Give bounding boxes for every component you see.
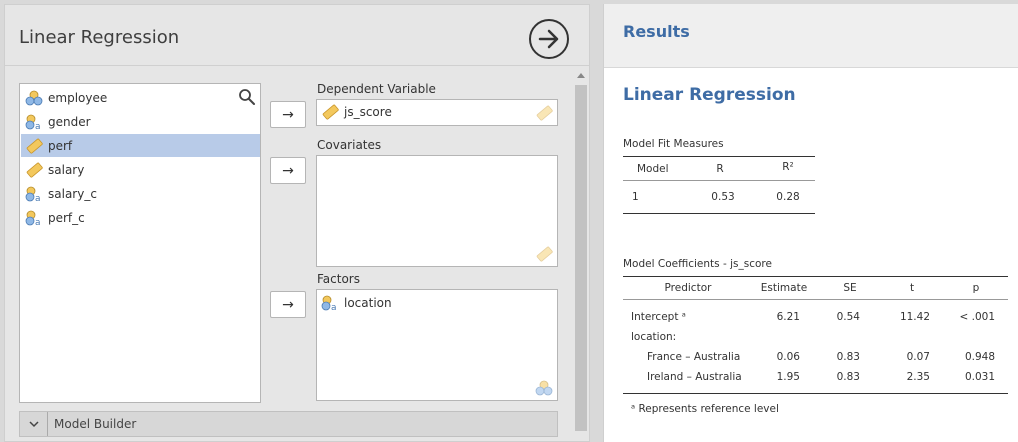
table-rule [623, 213, 815, 214]
table-cell: 0.53 [711, 191, 735, 203]
table-header: Predictor [664, 282, 712, 294]
list-item[interactable]: a gender [21, 110, 260, 133]
factors-box[interactable]: a location [316, 289, 558, 401]
variable-name: salary [48, 162, 85, 177]
table-header: Model [637, 163, 669, 175]
svg-text:a: a [331, 303, 337, 311]
continuous-ruler-icon [536, 246, 553, 262]
arrow-right-icon: → [282, 106, 294, 123]
table-cell: Ireland – Australia [647, 371, 742, 383]
table-caption: Model Fit Measures [623, 138, 724, 150]
results-panel: Results Linear Regression Model Fit Meas… [603, 4, 1018, 442]
nominal-text-icon: a [321, 295, 337, 311]
nominal-icon [25, 90, 43, 105]
factor-variable-name: location [344, 296, 392, 310]
table-cell: Intercept ᵃ [631, 311, 686, 323]
table-cell: 0.83 [836, 351, 860, 363]
table-cell: 11.42 [899, 311, 930, 323]
table-cell: location: [631, 331, 677, 343]
results-title: Results [623, 22, 690, 41]
table-footnote: ᵃ Represents reference level [631, 403, 779, 415]
variable-name: gender [48, 114, 91, 129]
variable-name: salary_c [48, 186, 97, 201]
table-rule [623, 180, 815, 181]
chevron-down-icon[interactable] [20, 412, 48, 436]
variable-name: perf_c [48, 210, 85, 225]
scrollbar[interactable] [574, 69, 588, 441]
table-cell: 0.07 [906, 351, 930, 363]
dependent-variable-name: js_score [344, 105, 392, 119]
table-header: p [972, 282, 980, 294]
table-cell: France – Australia [647, 351, 741, 363]
move-to-dependent-button[interactable]: → [270, 101, 306, 128]
table-cell: 0.54 [836, 311, 860, 323]
arrow-right-icon: → [282, 162, 294, 179]
list-item[interactable]: employee [21, 86, 260, 109]
go-arrow-button[interactable] [529, 19, 569, 59]
list-item[interactable]: a perf_c [21, 206, 260, 229]
scroll-thumb[interactable] [575, 85, 587, 431]
table-header: t [909, 282, 915, 294]
move-to-covariates-button[interactable]: → [270, 157, 306, 184]
table-cell: 1.95 [776, 371, 800, 383]
svg-text:a: a [35, 122, 41, 130]
move-to-factors-button[interactable]: → [270, 291, 306, 318]
table-header: Estimate [760, 282, 808, 294]
scroll-up-icon[interactable] [577, 73, 585, 78]
factors-label: Factors [317, 272, 360, 286]
continuous-ruler-icon [322, 104, 339, 120]
svg-text:a: a [35, 218, 41, 226]
model-builder-label: Model Builder [54, 417, 137, 431]
table-rule [623, 156, 815, 157]
continuous-ruler-icon [26, 138, 43, 154]
continuous-ruler-icon [536, 105, 553, 121]
analysis-options-panel: Linear Regression employee a gender perf… [4, 4, 590, 442]
arrow-right-icon: → [282, 296, 294, 313]
table-header: R [716, 163, 724, 175]
variable-name: employee [48, 90, 108, 105]
list-item[interactable]: a salary_c [21, 182, 260, 205]
nominal-text-icon: a [25, 210, 41, 226]
covariates-box[interactable] [316, 155, 558, 267]
variable-name: perf [48, 138, 73, 153]
list-item[interactable]: salary [21, 158, 260, 181]
dependent-variable-label: Dependent Variable [317, 82, 436, 96]
continuous-ruler-icon [26, 162, 43, 178]
table-rule [623, 276, 1008, 277]
svg-text:a: a [35, 194, 41, 202]
nominal-text-icon: a [25, 114, 41, 130]
list-item-selected[interactable]: perf [21, 134, 260, 157]
table-cell: 0.83 [836, 371, 860, 383]
dependent-variable-box[interactable]: js_score [316, 99, 558, 126]
table-cell: 2.35 [906, 371, 930, 383]
variable-list[interactable]: employee a gender perf salary a salary_c… [19, 83, 261, 403]
table-cell: 0.28 [776, 191, 800, 203]
table-cell: 0.948 [964, 351, 995, 363]
table-rule [623, 299, 1008, 300]
model-builder-section[interactable]: Model Builder [19, 411, 558, 437]
table-cell: < .001 [959, 311, 995, 323]
nominal-icon [535, 380, 553, 396]
results-header: Results [604, 4, 1018, 68]
table-cell: 0.031 [964, 371, 995, 383]
analysis-title: Linear Regression [19, 27, 180, 48]
table-cell: 0.06 [776, 351, 800, 363]
divider [5, 65, 589, 66]
table-header: R² [782, 161, 794, 173]
nominal-text-icon: a [25, 186, 41, 202]
target-item[interactable]: a location [321, 293, 392, 313]
table-cell: 6.21 [776, 311, 800, 323]
table-caption: Model Coefficients - js_score [623, 258, 772, 270]
covariates-label: Covariates [317, 138, 382, 152]
target-item[interactable]: js_score [321, 102, 392, 122]
table-header: SE [843, 282, 857, 294]
table-rule [623, 393, 1008, 394]
table-cell: 1 [632, 191, 639, 203]
arrow-right-icon [538, 29, 559, 49]
analysis-result-title: Linear Regression [623, 85, 796, 105]
